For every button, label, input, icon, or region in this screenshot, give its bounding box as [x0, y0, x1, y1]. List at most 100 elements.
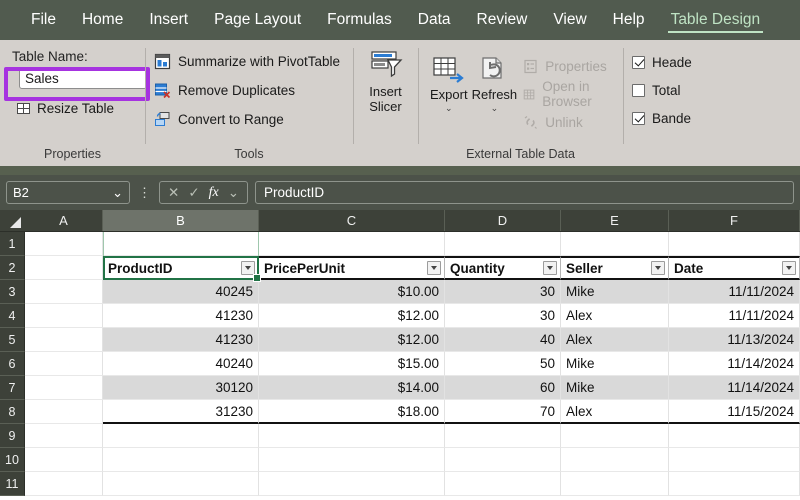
cell-e3[interactable]: Mike [561, 280, 669, 304]
name-box-chevron-down-icon[interactable]: ⌄ [112, 185, 123, 201]
filter-dropdown-seller[interactable] [651, 261, 665, 275]
insert-function-icon[interactable]: fx [209, 185, 219, 201]
cell-b5[interactable]: 41230 [103, 328, 259, 352]
filter-dropdown-quantity[interactable] [543, 261, 557, 275]
cell-d1[interactable] [445, 232, 561, 256]
table-column-header-seller[interactable]: Seller [561, 256, 669, 280]
banded-rows-option[interactable]: Bande [632, 104, 703, 132]
tab-table-design[interactable]: Table Design [658, 0, 774, 40]
filter-dropdown-priceperunit[interactable] [427, 261, 441, 275]
header-row-checkbox[interactable] [632, 56, 645, 69]
cell-e5[interactable]: Alex [561, 328, 669, 352]
cell-c1[interactable] [259, 232, 445, 256]
cell-f10[interactable] [669, 448, 800, 472]
tab-insert[interactable]: Insert [136, 0, 201, 40]
cell-e6[interactable]: Mike [561, 352, 669, 376]
cell-a2[interactable] [25, 256, 103, 280]
tab-home[interactable]: Home [69, 0, 136, 40]
cell-a4[interactable] [25, 304, 103, 328]
table-column-header-priceperunit[interactable]: PricePerUnit [259, 256, 445, 280]
cell-c4[interactable]: $12.00 [259, 304, 445, 328]
cell-f9[interactable] [669, 424, 800, 448]
header-row-option[interactable]: Heade [632, 48, 703, 76]
tab-formulas[interactable]: Formulas [314, 0, 405, 40]
cell-a10[interactable] [25, 448, 103, 472]
cell-c9[interactable] [259, 424, 445, 448]
row-header-1[interactable]: 1 [0, 232, 25, 256]
cell-f4[interactable]: 11/11/2024 [669, 304, 800, 328]
resize-table-button[interactable]: Resize Table [16, 101, 145, 116]
more-options-icon[interactable]: ⋮ [135, 185, 154, 201]
cell-f11[interactable] [669, 472, 800, 496]
column-header-b[interactable]: B [103, 210, 259, 231]
cell-b3[interactable]: 40245 [103, 280, 259, 304]
row-header-4[interactable]: 4 [0, 304, 25, 328]
select-all-button[interactable] [0, 210, 25, 231]
banded-rows-checkbox[interactable] [632, 112, 645, 125]
row-header-3[interactable]: 3 [0, 280, 25, 304]
cell-a7[interactable] [25, 376, 103, 400]
remove-duplicates-button[interactable]: Remove Duplicates [154, 77, 353, 104]
formula-chevron-down-icon[interactable]: ⌄ [228, 185, 239, 201]
cell-a8[interactable] [25, 400, 103, 424]
cell-b10[interactable] [103, 448, 259, 472]
column-header-c[interactable]: C [259, 210, 445, 231]
filter-dropdown-date[interactable] [782, 261, 796, 275]
row-header-9[interactable]: 9 [0, 424, 25, 448]
cell-c7[interactable]: $14.00 [259, 376, 445, 400]
cancel-icon[interactable]: ✕ [168, 185, 179, 201]
cell-b8[interactable]: 31230 [103, 400, 259, 424]
total-row-option[interactable]: Total [632, 76, 703, 104]
cell-d7[interactable]: 60 [445, 376, 561, 400]
column-header-d[interactable]: D [445, 210, 561, 231]
table-name-input[interactable] [19, 67, 147, 89]
cell-b1[interactable] [103, 232, 259, 256]
cell-e7[interactable]: Mike [561, 376, 669, 400]
cell-e1[interactable] [561, 232, 669, 256]
filter-dropdown-productid[interactable] [241, 261, 255, 275]
row-header-6[interactable]: 6 [0, 352, 25, 376]
cell-e11[interactable] [561, 472, 669, 496]
table-column-header-productid[interactable]: ProductID [103, 256, 259, 280]
cell-b11[interactable] [103, 472, 259, 496]
insert-slicer-button[interactable]: Insert Slicer [353, 50, 418, 114]
table-column-header-date[interactable]: Date [669, 256, 800, 280]
cell-c6[interactable]: $15.00 [259, 352, 445, 376]
cell-c3[interactable]: $10.00 [259, 280, 445, 304]
row-header-7[interactable]: 7 [0, 376, 25, 400]
cell-c5[interactable]: $12.00 [259, 328, 445, 352]
cell-d6[interactable]: 50 [445, 352, 561, 376]
cell-a3[interactable] [25, 280, 103, 304]
cell-b4[interactable]: 41230 [103, 304, 259, 328]
cell-e4[interactable]: Alex [561, 304, 669, 328]
cell-d11[interactable] [445, 472, 561, 496]
cell-d4[interactable]: 30 [445, 304, 561, 328]
cell-f8[interactable]: 11/15/2024 [669, 400, 800, 424]
formula-input[interactable]: ProductID [255, 181, 794, 204]
enter-icon[interactable]: ✓ [188, 185, 199, 201]
tab-view[interactable]: View [540, 0, 599, 40]
cell-a5[interactable] [25, 328, 103, 352]
column-header-e[interactable]: E [561, 210, 669, 231]
tab-review[interactable]: Review [464, 0, 541, 40]
cell-f7[interactable]: 11/14/2024 [669, 376, 800, 400]
cell-f5[interactable]: 11/13/2024 [669, 328, 800, 352]
name-box[interactable]: B2 ⌄ [6, 181, 130, 204]
row-header-5[interactable]: 5 [0, 328, 25, 352]
cell-b6[interactable]: 40240 [103, 352, 259, 376]
row-header-8[interactable]: 8 [0, 400, 25, 424]
total-row-checkbox[interactable] [632, 84, 645, 97]
convert-to-range-button[interactable]: Convert to Range [154, 106, 353, 133]
tab-help[interactable]: Help [600, 0, 658, 40]
cell-e10[interactable] [561, 448, 669, 472]
tab-page-layout[interactable]: Page Layout [201, 0, 314, 40]
column-header-f[interactable]: F [669, 210, 800, 231]
cell-d8[interactable]: 70 [445, 400, 561, 424]
row-header-2[interactable]: 2 [0, 256, 25, 280]
cell-c8[interactable]: $18.00 [259, 400, 445, 424]
cell-d9[interactable] [445, 424, 561, 448]
refresh-chevron-down-icon[interactable]: ⌄ [491, 103, 499, 114]
cell-d3[interactable]: 30 [445, 280, 561, 304]
cell-f1[interactable] [669, 232, 800, 256]
cell-a6[interactable] [25, 352, 103, 376]
